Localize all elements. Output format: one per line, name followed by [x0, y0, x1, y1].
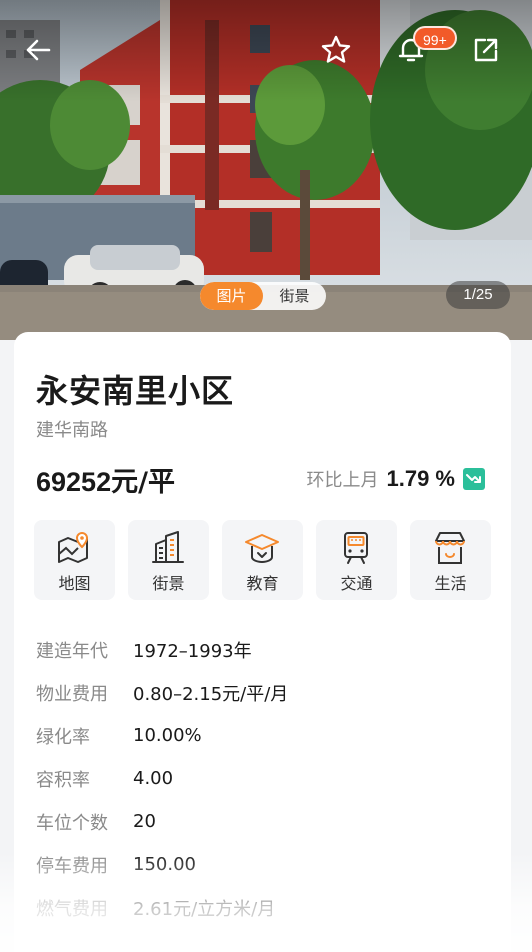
trend-down-icon — [463, 468, 485, 490]
media-type-toggle: 图片 街景 — [200, 282, 326, 310]
detail-row: 车位个数 20 — [36, 800, 486, 843]
detail-label: 建造年代 — [36, 640, 108, 662]
community-info-card: 永安南里小区 建华南路 69252元/平 环比上月 1.79 % 地图 街景 教… — [14, 332, 511, 952]
notification-badge: 99+ — [413, 26, 457, 50]
quick-links: 地图 街景 教育 交通 生活 — [34, 520, 491, 600]
train-icon — [344, 532, 368, 564]
community-name: 永安南里小区 — [36, 372, 235, 410]
favorite-button[interactable] — [316, 30, 356, 70]
detail-value: 4.00 — [133, 768, 174, 789]
shop-icon — [435, 532, 465, 564]
detail-row: 容积率 4.00 — [36, 757, 486, 800]
share-button[interactable] — [466, 30, 506, 70]
tab-photos[interactable]: 图片 — [200, 282, 263, 310]
mom-label: 环比上月 — [306, 470, 379, 491]
detail-label: 燃气费用 — [36, 898, 108, 920]
photo-gallery[interactable]: 99+ 图片 街景 1/25 — [0, 0, 532, 340]
detail-row: 绿化率 10.00% — [36, 714, 486, 757]
street-view-icon — [152, 531, 184, 563]
quick-link-transit[interactable]: 交通 — [316, 520, 397, 600]
back-button[interactable] — [18, 30, 58, 70]
detail-row: 物业费用 0.80–2.15元/平/月 — [36, 671, 486, 714]
detail-row: 燃气费用 2.61元/立方米/月 — [36, 886, 486, 929]
arrow-left-icon — [26, 39, 51, 61]
detail-value: 2.61元/立方米/月 — [133, 898, 276, 920]
community-road: 建华南路 — [36, 420, 108, 441]
quick-link-label: 交通 — [340, 574, 373, 593]
map-icon — [58, 531, 89, 563]
detail-label: 容积率 — [36, 769, 90, 791]
photo-counter: 1/25 — [446, 281, 510, 309]
detail-label: 停车费用 — [36, 855, 108, 877]
quick-link-label: 生活 — [434, 574, 467, 593]
quick-link-life[interactable]: 生活 — [410, 520, 491, 600]
detail-value: 0.80–2.15元/平/月 — [133, 683, 289, 705]
star-outline-icon — [321, 35, 351, 63]
education-icon — [245, 534, 279, 563]
price-value: 69252 — [36, 467, 112, 497]
detail-value: 1972–1993年 — [133, 640, 252, 662]
month-over-month: 环比上月 1.79 % — [306, 466, 485, 492]
quick-link-street-view[interactable]: 街景 — [128, 520, 209, 600]
detail-value: 20 — [133, 811, 156, 832]
price-unit: 元/平 — [111, 467, 175, 498]
mom-value: 1.79 % — [386, 466, 456, 491]
quick-link-label: 教育 — [246, 574, 279, 593]
quick-link-map[interactable]: 地图 — [34, 520, 115, 600]
quick-link-label: 街景 — [152, 574, 185, 593]
tab-street-view[interactable]: 街景 — [263, 282, 326, 310]
detail-label: 绿化率 — [36, 726, 90, 748]
quick-link-education[interactable]: 教育 — [222, 520, 303, 600]
community-details: 建造年代 1972–1993年 物业费用 0.80–2.15元/平/月 绿化率 … — [36, 628, 486, 929]
detail-label: 车位个数 — [36, 812, 108, 834]
detail-row: 建造年代 1972–1993年 — [36, 628, 486, 671]
detail-row: 停车费用 150.00 — [36, 843, 486, 886]
detail-label: 物业费用 — [36, 683, 108, 705]
average-price: 69252元/平 — [36, 460, 175, 499]
share-icon — [474, 38, 498, 62]
detail-value: 10.00% — [133, 725, 202, 746]
quick-link-label: 地图 — [58, 574, 91, 593]
detail-value: 150.00 — [133, 854, 196, 875]
